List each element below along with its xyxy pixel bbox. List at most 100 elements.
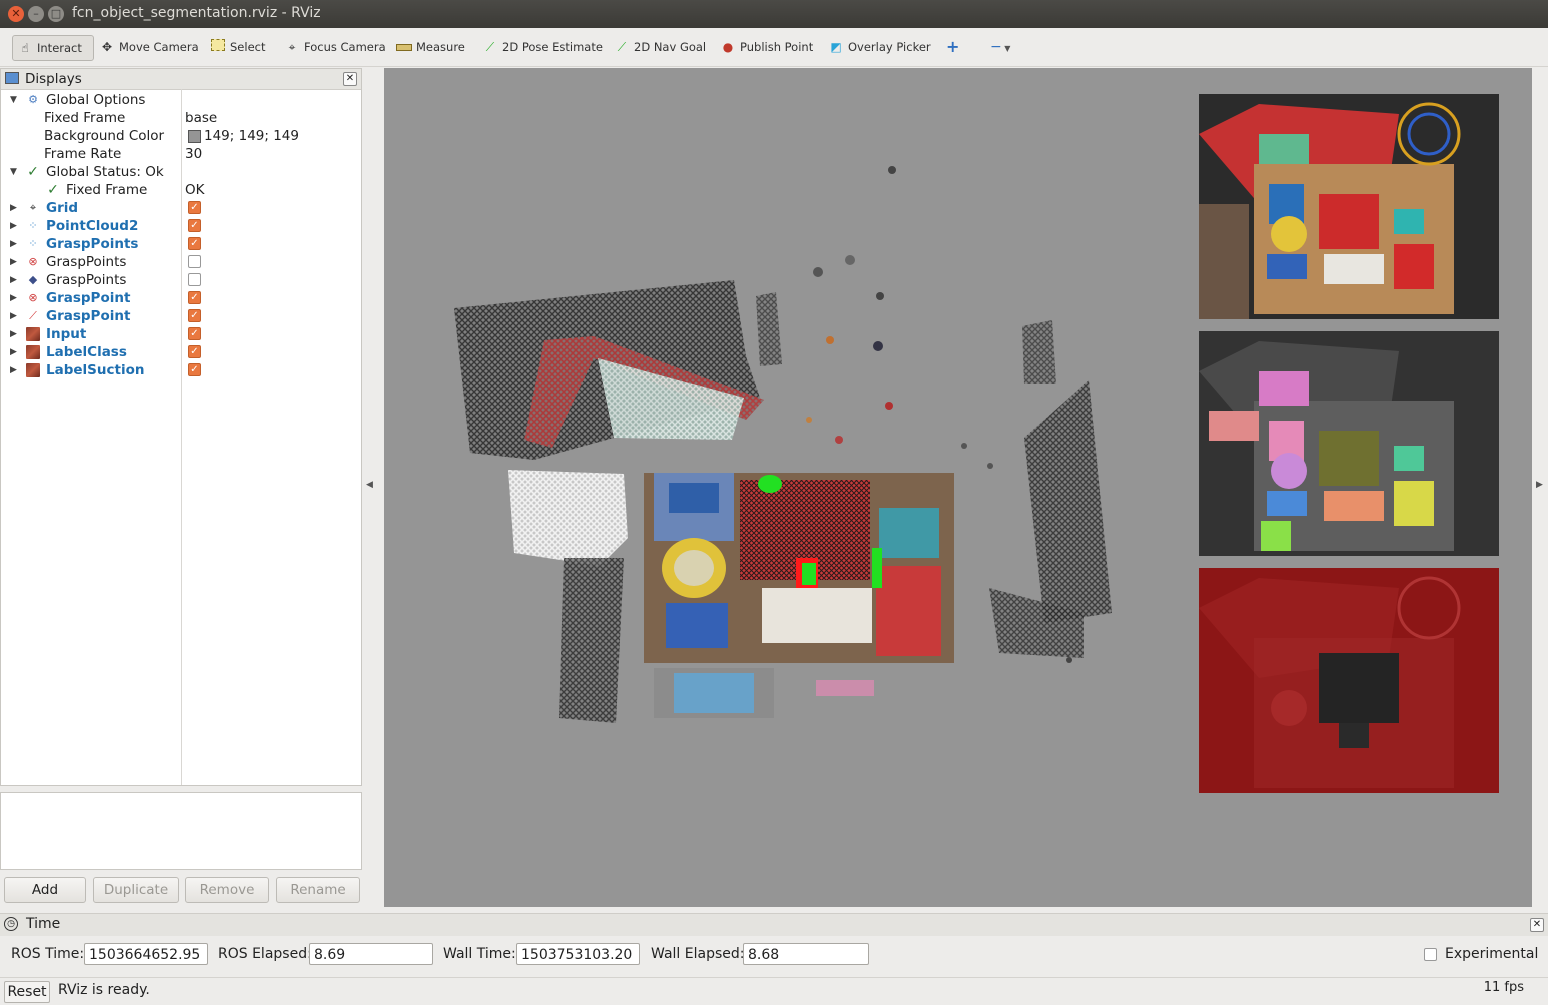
display-item-grasppoint[interactable]: ▶ ⟋ GraspPoint ✓	[1, 307, 361, 325]
display-item-grasppoints[interactable]: ▶ ⁘ GraspPoints ✓	[1, 235, 361, 253]
enable-checkbox[interactable]	[188, 255, 201, 268]
2d-pose-estimate-tool-button[interactable]: ⟋ 2D Pose Estimate	[478, 35, 607, 59]
tree-row-status-fixed-frame[interactable]: ✓ Fixed Frame OK	[1, 181, 361, 199]
focus-crosshair-icon: ⌖	[288, 40, 296, 54]
display-item-pointcloud2[interactable]: ▶ ⁘ PointCloud2 ✓	[1, 217, 361, 235]
expand-arrow-icon[interactable]: ▶	[10, 307, 17, 325]
rename-display-button[interactable]: Rename	[276, 877, 360, 903]
image-icon	[26, 327, 40, 341]
chevron-down-icon: ▼	[1001, 44, 1011, 53]
pointcloud-icon: ⁘	[28, 237, 38, 250]
fixed-frame-value[interactable]: base	[185, 109, 217, 127]
wall-time-label: Wall Time:	[443, 946, 516, 962]
display-item-grasppoints[interactable]: ▶ ⊗ GraspPoints	[1, 253, 361, 271]
close-window-button[interactable]: ✕	[8, 6, 24, 22]
tree-row-background-color[interactable]: Background Color 149; 149; 149	[1, 127, 361, 145]
display-item-grasppoints[interactable]: ▶ ◆ GraspPoints	[1, 271, 361, 289]
move-camera-tool-button[interactable]: ✥ Move Camera	[95, 35, 203, 59]
display-item-grasppoint[interactable]: ▶ ⊗ GraspPoint ✓	[1, 289, 361, 307]
duplicate-display-button[interactable]: Duplicate	[93, 877, 179, 903]
ros-elapsed-field[interactable]: 8.69	[309, 943, 433, 965]
expand-arrow-icon[interactable]: ▶	[10, 253, 17, 271]
label-class-image-overlay[interactable]	[1199, 331, 1499, 556]
marker-icon: ⊗	[28, 255, 38, 268]
expand-arrow-icon[interactable]: ▶	[10, 361, 17, 379]
clock-icon: ◷	[4, 917, 18, 931]
tree-row-global-options[interactable]: ▼ ⚙ Global Options	[1, 91, 361, 109]
enable-checkbox[interactable]: ✓	[188, 345, 201, 358]
input-image-overlay[interactable]	[1199, 94, 1499, 319]
enable-checkbox[interactable]: ✓	[188, 237, 201, 250]
display-item-grid[interactable]: ▶ ⌖ Grid ✓	[1, 199, 361, 217]
green-arrow-icon: ⟋	[617, 40, 627, 54]
enable-checkbox[interactable]: ✓	[188, 201, 201, 214]
frame-rate-value[interactable]: 30	[185, 145, 202, 163]
tree-row-frame-rate[interactable]: Frame Rate 30	[1, 145, 361, 163]
time-panel-title: Time	[26, 916, 61, 932]
display-item-input[interactable]: ▶ Input ✓	[1, 325, 361, 343]
expand-arrow-icon[interactable]: ▶	[10, 235, 17, 253]
2d-nav-goal-tool-button[interactable]: ⟋ 2D Nav Goal	[610, 35, 710, 59]
expand-arrow-icon[interactable]: ▶	[10, 325, 17, 343]
status-bar: Reset RViz is ready. 11 fps	[0, 977, 1548, 1005]
tree-row-global-status[interactable]: ▼ ✓ Global Status: Ok	[1, 163, 361, 181]
monitor-icon	[5, 72, 19, 84]
expand-arrow-icon[interactable]: ▶	[10, 199, 17, 217]
wall-elapsed-field[interactable]: 8.68	[743, 943, 869, 965]
expand-arrow-icon[interactable]: ▶	[10, 343, 17, 361]
collapse-arrow-icon[interactable]: ▼	[10, 163, 17, 181]
property-description-box	[0, 792, 362, 870]
focus-camera-tool-button[interactable]: ⌖ Focus Camera	[280, 35, 390, 59]
label-suction-image-overlay[interactable]	[1199, 568, 1499, 793]
wall-time-field[interactable]: 1503753103.20	[516, 943, 640, 965]
ros-time-field[interactable]: 1503664652.95	[84, 943, 208, 965]
measure-tool-button[interactable]: Measure	[392, 35, 469, 59]
status-message: RViz is ready.	[58, 982, 150, 998]
checkmark-icon: ✓	[47, 182, 59, 198]
minimize-window-button[interactable]: –	[28, 6, 44, 22]
remove-display-button[interactable]: Remove	[185, 877, 269, 903]
collapse-right-arrow-icon[interactable]: ▶	[1536, 480, 1543, 490]
add-display-button[interactable]: Add	[4, 877, 86, 903]
enable-checkbox[interactable]: ✓	[188, 327, 201, 340]
close-panel-button[interactable]: ✕	[1530, 918, 1544, 932]
background-color-value[interactable]: 149; 149; 149	[204, 127, 299, 145]
wall-elapsed-label: Wall Elapsed:	[651, 946, 745, 962]
add-tool-button[interactable]: +	[942, 35, 963, 59]
3d-render-viewport[interactable]	[384, 68, 1532, 907]
cloud-white-tote	[508, 470, 628, 566]
minus-icon: −	[990, 39, 1002, 55]
expand-arrow-icon[interactable]: ▶	[10, 271, 17, 289]
expand-arrow-icon[interactable]: ▶	[10, 217, 17, 235]
display-item-labelsuction[interactable]: ▶ LabelSuction ✓	[1, 361, 361, 379]
tools-toolbar: ☝ Interact ✥ Move Camera Select ⌖ Focus Cam…	[0, 28, 1548, 67]
enable-checkbox[interactable]: ✓	[188, 309, 201, 322]
enable-checkbox[interactable]	[188, 273, 201, 286]
publish-point-tool-button[interactable]: ● Publish Point	[716, 35, 817, 59]
pose-arrow-icon: ⟋	[29, 309, 37, 322]
reset-button[interactable]: Reset	[4, 981, 50, 1003]
expand-arrow-icon[interactable]: ▶	[10, 289, 17, 307]
image-icon	[26, 363, 40, 377]
close-panel-button[interactable]: ✕	[343, 72, 357, 86]
move-camera-icon: ✥	[101, 40, 113, 54]
displays-panel: Displays ✕ ▼ ⚙ Global Options Fixed Fram…	[0, 68, 362, 786]
enable-checkbox[interactable]: ✓	[188, 363, 201, 376]
overlay-picker-tool-button[interactable]: ◩ Overlay Picker	[824, 35, 935, 59]
collapse-left-arrow-icon[interactable]: ◀	[366, 480, 373, 490]
remove-tool-menu-button[interactable]: − ▼	[986, 35, 1014, 59]
maximize-window-button[interactable]: □	[48, 6, 64, 22]
select-tool-button[interactable]: Select	[206, 35, 269, 59]
experimental-checkbox[interactable]	[1424, 948, 1437, 961]
color-swatch[interactable]	[188, 130, 201, 143]
tree-row-fixed-frame[interactable]: Fixed Frame base	[1, 109, 361, 127]
window-title: fcn_object_segmentation.rviz - RViz	[72, 5, 321, 21]
display-item-labelclass[interactable]: ▶ LabelClass ✓	[1, 343, 361, 361]
enable-checkbox[interactable]: ✓	[188, 219, 201, 232]
plus-icon: +	[946, 37, 960, 56]
ros-elapsed-label: ROS Elapsed:	[218, 946, 312, 962]
enable-checkbox[interactable]: ✓	[188, 291, 201, 304]
interact-tool-button[interactable]: ☝ Interact	[12, 35, 94, 61]
overlay-picker-icon: ◩	[830, 40, 842, 54]
collapse-arrow-icon[interactable]: ▼	[10, 91, 17, 109]
